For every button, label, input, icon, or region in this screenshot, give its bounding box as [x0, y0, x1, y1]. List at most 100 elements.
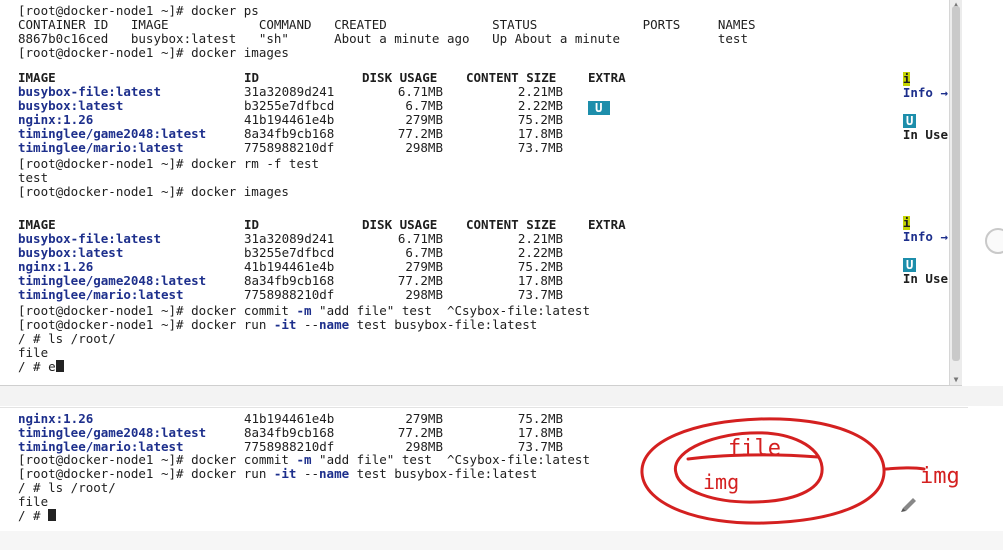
content-size: 17.8MB	[517, 273, 563, 288]
in-use-badge: U	[588, 101, 610, 115]
vertical-scrollbar[interactable]: ▲ ▼	[949, 0, 962, 385]
info-bar: i Info → U In Use	[873, 58, 948, 156]
disk-usage: 6.71MB	[397, 231, 443, 246]
scroll-down-icon[interactable]: ▼	[950, 375, 962, 385]
col-content-size: CONTENT SIZE	[466, 70, 557, 85]
disk-usage: 77.2MB	[397, 126, 443, 141]
col-id: ID	[244, 217, 260, 232]
image-name: timinglee/game2048:latest	[18, 126, 207, 141]
disk-usage: 6.7MB	[405, 98, 443, 113]
col-id: ID	[244, 70, 260, 85]
terminal-input-line[interactable]: / # e	[18, 360, 64, 374]
image-name: timinglee/mario:latest	[18, 140, 184, 155]
content-size: 75.2MB	[517, 411, 563, 426]
terminal-line-run: [root@docker-node1 ~]# docker run -it --…	[18, 466, 538, 481]
terminal-line: file	[18, 345, 49, 360]
in-use-badge: U	[902, 114, 917, 128]
content-size: 73.7MB	[517, 140, 563, 155]
col-disk-usage: DISK USAGE	[362, 217, 438, 232]
disk-usage: 77.2MB	[397, 273, 443, 288]
side-nav-button[interactable]	[985, 228, 1003, 254]
image-id: b3255e7dfbcd	[244, 98, 335, 113]
image-name: busybox:latest	[18, 245, 124, 260]
terminal-line: / # ls /root/	[18, 331, 116, 346]
annotation-inner-top: file	[728, 436, 781, 461]
disk-usage: 6.71MB	[397, 84, 443, 99]
disk-usage: 6.7MB	[405, 245, 443, 260]
image-id: 7758988210df	[244, 140, 335, 155]
image-id: 31a32089d241	[244, 84, 335, 99]
image-id: 31a32089d241	[244, 231, 335, 246]
col-extra: EXTRA	[588, 217, 626, 232]
image-id: 8a34fb9cb168	[244, 425, 335, 440]
info-mark: i	[902, 71, 911, 86]
terminal-line-commit: [root@docker-node1 ~]# docker commit -m …	[18, 452, 590, 467]
info-mark: i	[902, 215, 911, 230]
disk-usage: 279MB	[405, 112, 443, 127]
content-size: 17.8MB	[517, 425, 563, 440]
in-use-badge: U	[902, 258, 917, 272]
terminal-line: [root@docker-node1 ~]# docker rm -f test	[18, 156, 320, 171]
content-size: 17.8MB	[517, 126, 563, 141]
terminal-line: [root@docker-node1 ~]# docker ps	[18, 3, 259, 18]
annotation-arrow-label: img	[920, 464, 960, 489]
terminal-line: test	[18, 170, 49, 185]
content-size: 75.2MB	[517, 112, 563, 127]
terminal-line: CONTAINER ID IMAGE COMMAND CREATED STATU…	[18, 17, 756, 32]
image-name: timinglee/game2048:latest	[18, 425, 207, 440]
image-id: 41b194461e4b	[244, 112, 335, 127]
image-name: busybox-file:latest	[18, 84, 161, 99]
terminal-input-line[interactable]: / #	[18, 509, 57, 523]
image-id: 8a34fb9cb168	[244, 126, 335, 141]
content-size: 2.21MB	[517, 231, 563, 246]
image-name: timinglee/game2048:latest	[18, 273, 207, 288]
content-size: 2.22MB	[517, 98, 563, 113]
image-name: nginx:1.26	[18, 259, 94, 274]
terminal-line: file	[18, 494, 49, 509]
outer-circle	[640, 417, 886, 525]
col-content-size: CONTENT SIZE	[466, 217, 557, 232]
disk-usage: 279MB	[405, 259, 443, 274]
content-size: 2.21MB	[517, 84, 563, 99]
in-use-label: In Use	[902, 271, 948, 286]
content-size: 73.7MB	[517, 287, 563, 302]
terminal-line-commit: [root@docker-node1 ~]# docker commit -m …	[18, 303, 590, 318]
col-image: IMAGE	[18, 217, 56, 232]
text-cursor	[48, 509, 57, 521]
terminal-line: [root@docker-node1 ~]# docker images	[18, 45, 289, 60]
info-label: Info →	[902, 85, 948, 100]
text-cursor	[55, 360, 64, 372]
terminal-line: 8867b0c16ced busybox:latest "sh" About a…	[18, 31, 748, 46]
image-name: timinglee/mario:latest	[18, 287, 184, 302]
image-id: 8a34fb9cb168	[244, 273, 335, 288]
footer-strip	[0, 531, 1003, 550]
disk-usage: 298MB	[405, 140, 443, 155]
pointer-line	[884, 466, 926, 471]
image-id: 7758988210df	[244, 287, 335, 302]
image-name: nginx:1.26	[18, 411, 94, 426]
scroll-thumb[interactable]	[952, 6, 960, 361]
content-size: 2.22MB	[517, 245, 563, 260]
disk-usage: 77.2MB	[397, 425, 443, 440]
image-name: busybox:latest	[18, 98, 124, 113]
col-disk-usage: DISK USAGE	[362, 70, 438, 85]
info-label: Info →	[902, 229, 948, 244]
disk-usage: 298MB	[405, 287, 443, 302]
terminal-line: [root@docker-node1 ~]# docker images	[18, 184, 289, 199]
image-id: 41b194461e4b	[244, 259, 335, 274]
annotation-inner-bottom: img	[703, 470, 739, 494]
in-use-label: In Use	[902, 127, 948, 142]
col-extra: EXTRA	[588, 70, 626, 85]
image-name: busybox-file:latest	[18, 231, 161, 246]
divider	[0, 386, 1003, 406]
terminal-line-run: [root@docker-node1 ~]# docker run -it --…	[18, 317, 538, 332]
col-image: IMAGE	[18, 70, 56, 85]
terminal-top[interactable]: [root@docker-node1 ~]# docker ps CONTAIN…	[0, 0, 962, 386]
image-id: b3255e7dfbcd	[244, 245, 335, 260]
pen-icon	[901, 498, 916, 512]
image-name: nginx:1.26	[18, 112, 94, 127]
content-size: 75.2MB	[517, 259, 563, 274]
image-id: 41b194461e4b	[244, 411, 335, 426]
info-bar: i Info → U In Use	[873, 202, 948, 300]
terminal-line: / # ls /root/	[18, 480, 116, 495]
